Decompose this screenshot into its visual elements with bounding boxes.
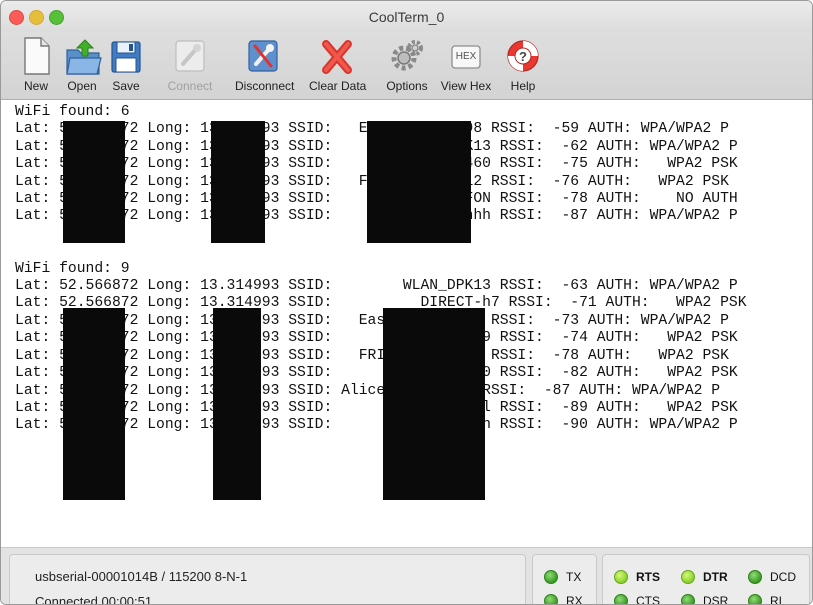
new-document-icon	[24, 37, 50, 75]
rts-label: RTS	[636, 570, 660, 584]
connection-info-panel: usbserial-00001014B / 115200 8-N-1 Conne…	[9, 554, 526, 605]
clear-data-button[interactable]: Clear Data	[309, 32, 366, 99]
redaction-bar	[367, 121, 471, 243]
terminal-line: WiFi found: 9	[15, 260, 130, 277]
dtr-label: DTR	[703, 570, 728, 584]
terminal-line: Lat: 52.566872 Long: 13.314993 SSID: WLA…	[15, 278, 738, 295]
ri-label: RI	[770, 594, 782, 605]
port-settings-text: usbserial-00001014B / 115200 8-N-1	[35, 569, 248, 584]
app-window: CoolTerm_0 New Open Save Connect Disconn…	[0, 0, 813, 605]
dcd-led-icon	[748, 570, 762, 584]
help-button[interactable]: ? Help	[505, 32, 541, 99]
new-button[interactable]: New	[18, 32, 54, 99]
txrx-panel: TX RX	[532, 554, 597, 605]
dcd-label: DCD	[770, 570, 796, 584]
window-title: CoolTerm_0	[368, 9, 445, 25]
ri-led-icon	[748, 594, 762, 604]
cts-led-icon	[614, 594, 628, 604]
terminal-line: WiFi found: 6	[15, 104, 130, 120]
view-hex-button[interactable]: HEX View Hex	[441, 32, 491, 99]
open-button[interactable]: Open	[64, 32, 102, 99]
help-lifebuoy-icon: ?	[507, 40, 539, 72]
cts-label: CTS	[636, 594, 660, 605]
line-status-panel: RTS CTS DTR DSR DCD RI	[602, 554, 810, 605]
dsr-led-icon	[681, 594, 695, 604]
hex-icon-label: HEX	[455, 51, 477, 62]
status-bar: usbserial-00001014B / 115200 8-N-1 Conne…	[1, 547, 812, 605]
connect-plug-icon	[175, 40, 205, 72]
title-bar: CoolTerm_0	[1, 1, 812, 32]
connect-button[interactable]: Connect	[168, 32, 212, 99]
save-button[interactable]: Save	[108, 32, 144, 99]
connection-status-text: Connected 00:00:51	[35, 594, 153, 605]
redaction-bar	[211, 121, 265, 243]
terminal-output[interactable]: WiFi found: 6 Lat: 52.566872 Long: 13.314…	[1, 100, 812, 545]
rts-led-icon[interactable]	[614, 570, 628, 584]
disconnect-button[interactable]: Disconnect	[235, 32, 294, 99]
dtr-led-icon[interactable]	[681, 570, 695, 584]
redaction-bar	[383, 308, 485, 500]
redaction-bar	[63, 121, 125, 243]
redaction-bar	[63, 308, 125, 500]
save-floppy-icon	[111, 41, 141, 73]
options-button[interactable]: Options	[386, 32, 428, 99]
toolbar: New Open Save Connect Disconnect Clear D…	[1, 32, 812, 100]
tx-led-icon	[544, 570, 558, 584]
open-folder-icon	[66, 39, 102, 75]
clear-x-icon	[322, 40, 352, 74]
rx-label: RX	[566, 594, 583, 605]
rx-led-icon	[544, 594, 558, 604]
tx-label: TX	[566, 570, 582, 584]
dsr-label: DSR	[703, 594, 729, 605]
svg-text:?: ?	[519, 49, 527, 64]
disconnect-plug-icon	[248, 40, 278, 72]
gears-icon	[391, 40, 423, 71]
redaction-bar	[213, 308, 261, 500]
